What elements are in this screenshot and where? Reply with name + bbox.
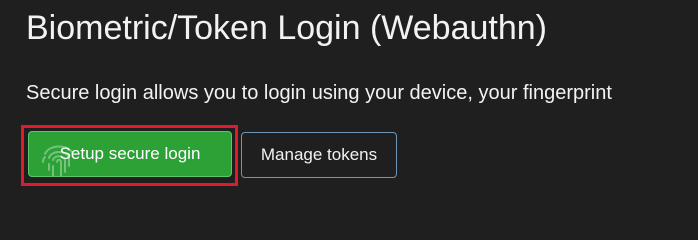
setup-secure-login-label: Setup secure login bbox=[59, 144, 201, 163]
manage-tokens-button[interactable]: Manage tokens bbox=[241, 132, 397, 178]
setup-secure-login-button[interactable]: Setup secure login bbox=[28, 131, 232, 177]
page-title: Biometric/Token Login (Webauthn) bbox=[26, 9, 547, 47]
page-description: Secure login allows you to login using y… bbox=[26, 82, 612, 104]
